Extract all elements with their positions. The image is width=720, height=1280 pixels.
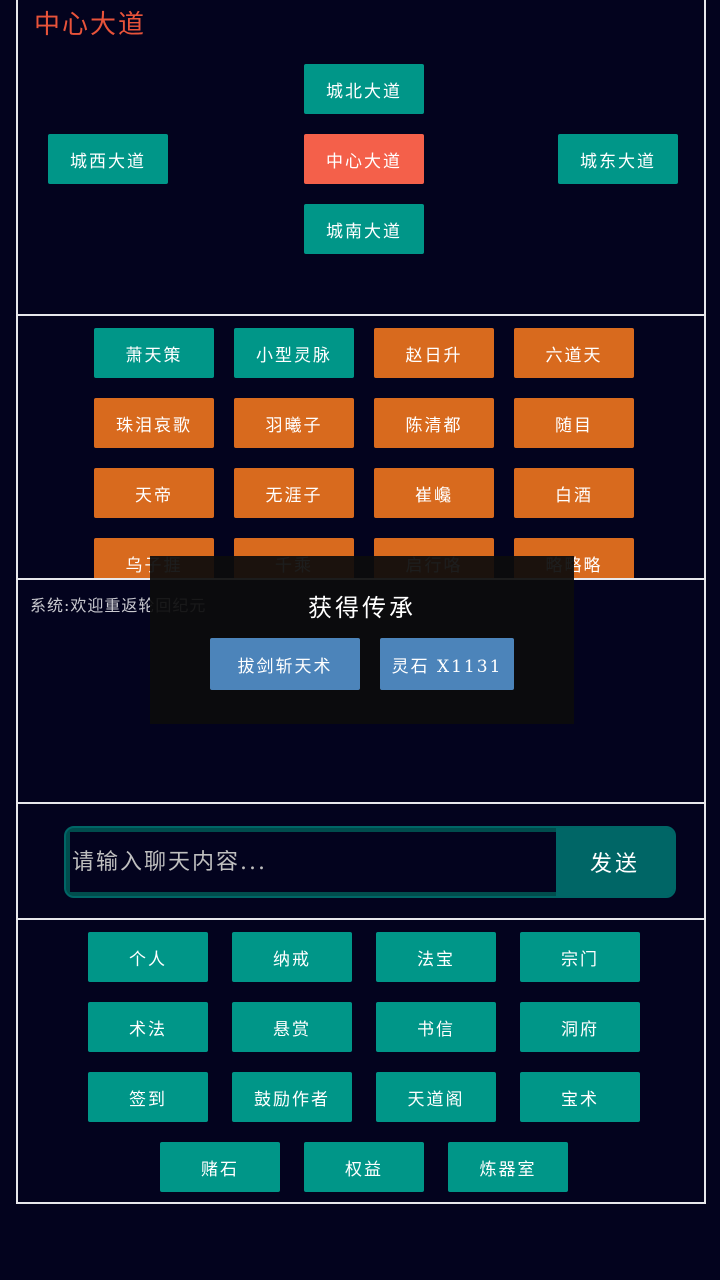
- player-button[interactable]: 赵日升: [374, 328, 494, 378]
- menu-benefits-button[interactable]: 权益: [304, 1142, 424, 1192]
- player-button[interactable]: 白酒: [514, 468, 634, 518]
- menu-bounty-button[interactable]: 悬赏: [232, 1002, 352, 1052]
- reward-skill-button[interactable]: 拔剑斩天术: [210, 638, 360, 690]
- players-panel: 萧天策 小型灵脉 赵日升 六道天 珠泪哀歌 羽曦子 陈清都 随目 天帝 无涯子 …: [16, 314, 706, 582]
- menu-checkin-button[interactable]: 签到: [88, 1072, 208, 1122]
- player-button[interactable]: 崔巉: [374, 468, 494, 518]
- chat-box: 发送: [64, 826, 676, 898]
- nav-center-button[interactable]: 中心大道: [304, 134, 424, 184]
- player-button[interactable]: 陈清都: [374, 398, 494, 448]
- player-button[interactable]: 小型灵脉: [234, 328, 354, 378]
- menu-heavenly-pavilion-button[interactable]: 天道阁: [376, 1072, 496, 1122]
- menu-sect-button[interactable]: 宗门: [520, 932, 640, 982]
- player-button[interactable]: 六道天: [514, 328, 634, 378]
- menu-treasure-art-button[interactable]: 宝术: [520, 1072, 640, 1122]
- menu-treasure-button[interactable]: 法宝: [376, 932, 496, 982]
- send-button[interactable]: 发送: [556, 828, 674, 896]
- player-button[interactable]: 羽曦子: [234, 398, 354, 448]
- player-button[interactable]: 天帝: [94, 468, 214, 518]
- menu-letters-button[interactable]: 书信: [376, 1002, 496, 1052]
- reward-modal: 获得传承 拔剑斩天术 灵石 X1131: [150, 556, 574, 724]
- chat-panel: 发送: [16, 802, 706, 920]
- reward-spirit-stone-button[interactable]: 灵石 X1131: [380, 638, 514, 690]
- menu-forge-room-button[interactable]: 炼器室: [448, 1142, 568, 1192]
- modal-title: 获得传承: [308, 594, 416, 622]
- nav-north-button[interactable]: 城北大道: [304, 64, 424, 114]
- player-button[interactable]: 随目: [514, 398, 634, 448]
- menu-storage-ring-button[interactable]: 纳戒: [232, 932, 352, 982]
- menu-encourage-author-button[interactable]: 鼓励作者: [232, 1072, 352, 1122]
- menu-cave-button[interactable]: 洞府: [520, 1002, 640, 1052]
- menu-personal-button[interactable]: 个人: [88, 932, 208, 982]
- nav-south-button[interactable]: 城南大道: [304, 204, 424, 254]
- nav-west-button[interactable]: 城西大道: [48, 134, 168, 184]
- menu-gamble-stone-button[interactable]: 赌石: [160, 1142, 280, 1192]
- location-panel: 中心大道 城北大道 城西大道 中心大道 城东大道 城南大道: [16, 0, 706, 316]
- nav-east-button[interactable]: 城东大道: [558, 134, 678, 184]
- menu-skills-button[interactable]: 术法: [88, 1002, 208, 1052]
- chat-input[interactable]: [70, 832, 556, 892]
- player-button[interactable]: 无涯子: [234, 468, 354, 518]
- current-location-title: 中心大道: [34, 10, 147, 40]
- menu-panel: 个人 纳戒 法宝 宗门 术法 悬赏 书信 洞府 签到 鼓励作者 天道阁 宝术 赌…: [16, 918, 706, 1204]
- player-button[interactable]: 珠泪哀歌: [94, 398, 214, 448]
- player-button[interactable]: 萧天策: [94, 328, 214, 378]
